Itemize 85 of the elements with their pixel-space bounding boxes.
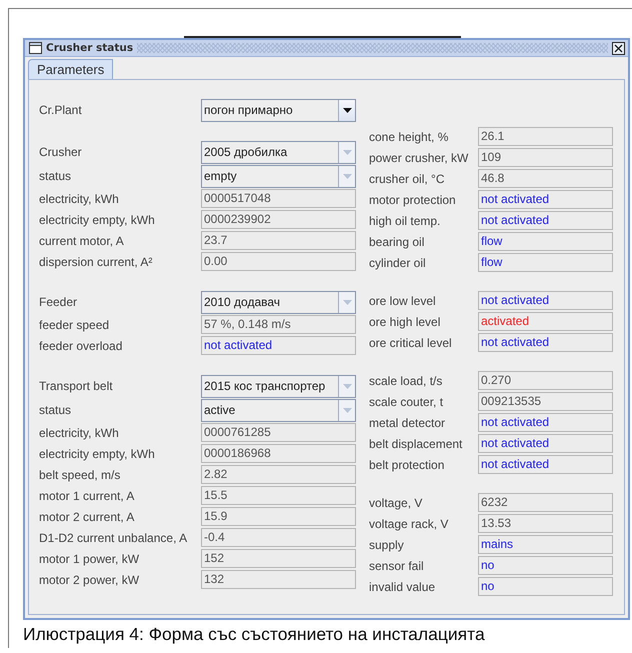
- field-label: metal detector: [369, 416, 446, 430]
- field-label: electricity empty, kWh: [39, 446, 156, 460]
- field-label: ore high level: [369, 314, 442, 328]
- tab[interactable]: Parameters: [28, 59, 114, 79]
- caret-icon: [342, 408, 352, 412]
- value-field[interactable]: 0.270: [478, 371, 613, 390]
- field-label: cone height, %: [369, 130, 450, 144]
- field-label: voltage, V: [369, 496, 424, 510]
- field-label: scale couter, t: [369, 394, 444, 408]
- value-field[interactable]: not activated: [478, 434, 613, 453]
- field-label: Transport belt: [39, 379, 114, 393]
- field-label: status: [39, 403, 72, 417]
- field-label: D1-D2 current unbalance, A: [39, 530, 188, 544]
- value-field[interactable]: not activated: [478, 333, 613, 352]
- caret-icon: [342, 150, 352, 154]
- dropdown[interactable]: погон примарно: [201, 98, 356, 122]
- value-field[interactable]: 6232: [478, 493, 613, 512]
- field-label: feeder speed: [39, 318, 110, 332]
- field-label: dispersion current, A²: [39, 254, 154, 268]
- caret-icon: [342, 108, 352, 112]
- field-label: ore critical level: [369, 336, 453, 350]
- value-field[interactable]: 57 %, 0.148 m/s: [201, 315, 356, 334]
- field-label: belt protection: [369, 458, 446, 472]
- field-label: electricity, kWh: [39, 192, 120, 206]
- value-field[interactable]: -0.4: [201, 528, 356, 547]
- close-icon[interactable]: [612, 42, 625, 54]
- field-label: electricity, kWh: [39, 426, 120, 440]
- value-field[interactable]: no: [478, 577, 613, 596]
- field-label: invalid value: [369, 580, 436, 594]
- field-label: cylinder oil: [369, 256, 427, 270]
- value-field[interactable]: 0000761285: [201, 423, 356, 442]
- value-field[interactable]: not activated: [478, 190, 613, 209]
- field-label: status: [39, 169, 72, 183]
- value-field[interactable]: 009213535: [478, 392, 613, 411]
- value-field[interactable]: activated: [478, 312, 613, 331]
- field-label: motor 1 current, A: [39, 488, 136, 502]
- field-label: supply: [369, 538, 405, 552]
- value-field[interactable]: not activated: [201, 336, 356, 355]
- value-field[interactable]: 132: [201, 570, 356, 589]
- field-label: bearing oil: [369, 234, 426, 248]
- field-label: motor 1 power, kW: [39, 552, 140, 566]
- value-field[interactable]: 0000517048: [201, 189, 356, 208]
- field-label: voltage rack, V: [369, 516, 450, 530]
- value-field[interactable]: 109: [478, 148, 613, 167]
- value-field[interactable]: 152: [201, 549, 356, 568]
- field-label: scale load, t/s: [369, 374, 444, 388]
- value-field[interactable]: 15.9: [201, 507, 356, 526]
- field-label: current motor, A: [39, 234, 125, 248]
- caret-icon: [342, 174, 352, 178]
- field-label: ore low level: [369, 294, 437, 308]
- value-field[interactable]: not activated: [478, 211, 613, 230]
- value-field[interactable]: 0000239902: [201, 210, 356, 229]
- field-label: motor protection: [369, 192, 457, 206]
- field-label: Feeder: [39, 295, 78, 309]
- field-label: electricity empty, kWh: [39, 212, 156, 226]
- field-label: power crusher, kW: [369, 150, 470, 164]
- value-field[interactable]: not activated: [478, 291, 613, 310]
- field-label: Cr.Plant: [39, 103, 83, 117]
- field-label: sensor fail: [369, 558, 425, 572]
- caret-icon: [342, 384, 352, 388]
- value-field[interactable]: 23.7: [201, 231, 356, 250]
- field-label: belt speed, m/s: [39, 468, 122, 482]
- field-label: belt displacement: [369, 436, 464, 450]
- value-field[interactable]: not activated: [478, 455, 613, 474]
- field-label: motor 2 current, A: [39, 510, 136, 524]
- value-field[interactable]: 13.53: [478, 514, 613, 533]
- value-field[interactable]: not activated: [478, 413, 613, 432]
- value-field[interactable]: 2.82: [201, 465, 356, 484]
- value-field[interactable]: flow: [478, 232, 613, 251]
- value-field[interactable]: 26.1: [478, 127, 613, 146]
- field-label: high oil temp.: [369, 214, 442, 228]
- window-title: Crusher status: [46, 42, 134, 54]
- value-field[interactable]: no: [478, 556, 613, 575]
- value-field[interactable]: flow: [478, 253, 613, 272]
- field-label: Crusher: [39, 145, 83, 159]
- caret-icon: [342, 300, 352, 304]
- value-field[interactable]: 15.5: [201, 486, 356, 505]
- value-field[interactable]: 0.00: [201, 252, 356, 271]
- value-field[interactable]: mains: [478, 535, 613, 554]
- field-label: crusher oil, °C: [369, 172, 446, 186]
- value-field[interactable]: 0000186968: [201, 444, 356, 463]
- field-label: motor 2 power, kW: [39, 572, 140, 586]
- field-label: feeder overload: [39, 338, 124, 352]
- value-field[interactable]: 46.8: [478, 169, 613, 188]
- figure-caption: Илюстрация 4: Форма със състоянието на инсталацията: [23, 624, 486, 645]
